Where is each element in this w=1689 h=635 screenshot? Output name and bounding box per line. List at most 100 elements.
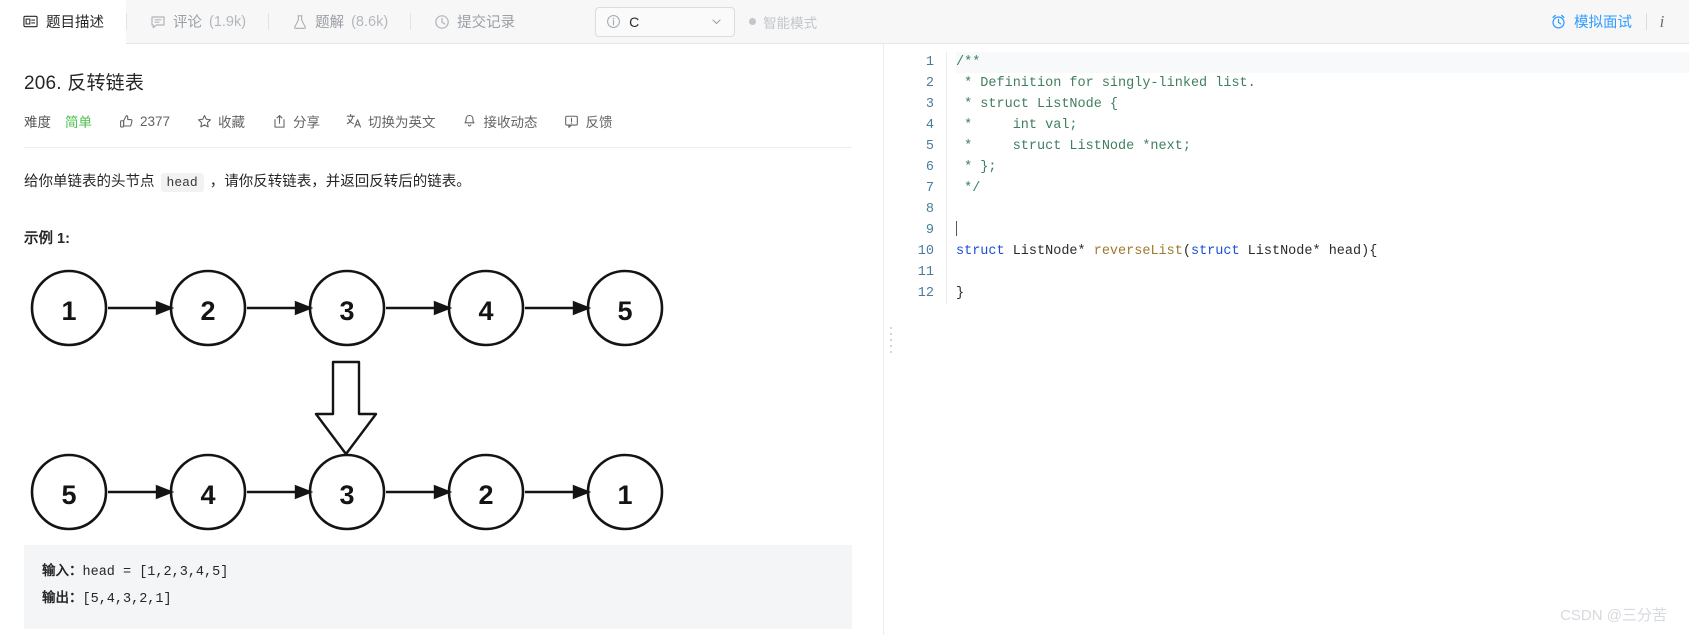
smart-mode-dot [749,18,756,25]
code-token: ListNode* [1005,244,1094,259]
tab-solutions[interactable]: 题解 (8.6k) [269,0,410,43]
example-input-label: 输入： [42,563,83,578]
watermark: CSDN @三分苦 [1560,604,1667,625]
page-body: 206. 反转链表 难度 简单 2377 [0,44,1689,635]
difficulty-badge: 难度 简单 [24,111,92,131]
code-line: * Definition for singly-linked list. [956,73,1689,94]
code-line: */ [956,178,1689,199]
flask-icon [291,13,308,30]
code-line [956,220,1689,241]
translate-button[interactable]: 切换为英文 [346,111,436,131]
line-number: 8 [898,199,934,220]
svg-text:1: 1 [617,480,632,510]
share-label: 分享 [293,111,320,131]
svg-text:2: 2 [200,296,215,326]
example-input-line: 输入：head = [1,2,3,4,5] [42,559,834,586]
code-token: ( [1183,244,1191,259]
document-icon [22,13,39,30]
leetcode-problem-page: 题目描述 评论 (1.9k) 题解 (8.6k) [0,0,1689,635]
line-number: 4 [898,115,934,136]
tab-submissions[interactable]: 提交记录 [411,0,537,43]
editor-toolbar: C 智能模式 [595,0,817,43]
subscribe-label: 接收动态 [484,111,538,131]
star-icon [196,113,212,129]
line-number: 9 [898,220,934,241]
code-token: /** [956,55,980,70]
code-token: } [956,286,964,301]
code-token: * }; [956,160,997,175]
code-token: */ [956,181,980,196]
feedback-button[interactable]: 反馈 [564,111,613,131]
info-button[interactable]: i [1647,12,1677,32]
smart-mode-label: 智能模式 [763,12,817,32]
line-number: 12 [898,283,934,304]
code-line: /** [956,52,1689,73]
code-line: * }; [956,157,1689,178]
line-number: 11 [898,262,934,283]
code-token: * struct ListNode *next; [956,139,1191,154]
smart-mode-toggle[interactable]: 智能模式 [749,12,817,32]
tab-comments[interactable]: 评论 (1.9k) [127,0,268,43]
language-selector[interactable]: C [595,7,735,37]
line-number-gutter: 1 2 3 4 5 6 7 8 9 10 11 12 [898,52,946,304]
down-arrow-outline-icon [316,362,376,454]
code-token: struct [1191,244,1240,259]
share-button[interactable]: 分享 [271,111,320,131]
code-line [956,199,1689,220]
code-editor-panel[interactable]: 1 2 3 4 5 6 7 8 9 10 11 12 /** * Definit… [884,44,1689,635]
panel-resize-handle[interactable] [884,44,898,635]
text-caret [956,221,957,236]
svg-text:4: 4 [200,480,215,510]
code-token: struct [956,244,1005,259]
svg-text:3: 3 [339,480,354,510]
page-title: 206. 反转链表 [24,68,855,95]
subscribe-button[interactable]: 接收动态 [462,111,538,131]
share-icon [271,113,287,129]
code-token: ListNode* head){ [1240,244,1378,259]
section-divider [24,147,852,148]
code-line: * int val; [956,115,1689,136]
difficulty-value: 简单 [65,111,92,131]
code-line: struct ListNode* reverseList(struct List… [956,241,1689,262]
svg-text:5: 5 [617,296,632,326]
feedback-icon [564,113,580,129]
tab-count: (8.6k) [351,14,388,30]
favorite-button[interactable]: 收藏 [196,111,245,131]
code-editor[interactable]: 1 2 3 4 5 6 7 8 9 10 11 12 /** * Definit… [898,44,1689,304]
code-text-area[interactable]: /** * Definition for singly-linked list.… [946,52,1689,304]
tab-label: 题解 [315,11,344,32]
drag-dots-icon [890,327,892,353]
tab-label: 题目描述 [46,11,104,32]
translate-icon [346,113,362,129]
mock-interview-label: 模拟面试 [1574,11,1632,32]
line-number: 10 [898,241,934,262]
linked-list-diagram: 1 2 3 4 5 [24,262,684,537]
code-token: * struct ListNode { [956,97,1118,112]
diagram-top-row: 1 2 3 4 5 [32,271,662,345]
example-output-line: 输出：[5,4,3,2,1] [42,586,834,613]
problem-description: 给你单链表的头节点 head ，请你反转链表，并返回反转后的链表。 [24,170,855,195]
favorite-label: 收藏 [218,111,245,131]
code-line [956,262,1689,283]
like-button[interactable]: 2377 [118,113,170,129]
example-io-block: 输入：head = [1,2,3,4,5] 输出：[5,4,3,2,1] [24,545,852,629]
alarm-clock-icon [1550,13,1567,30]
svg-text:4: 4 [478,296,493,326]
line-number: 6 [898,157,934,178]
difficulty-label: 难度 [24,111,51,131]
tab-description[interactable]: 题目描述 [0,0,126,43]
svg-text:2: 2 [478,480,493,510]
line-number: 1 [898,52,934,73]
code-token: * Definition for singly-linked list. [956,76,1256,91]
language-value: C [629,14,701,30]
code-token: * int val; [956,118,1078,133]
line-number: 7 [898,178,934,199]
code-line: } [956,283,1689,304]
mock-interview-button[interactable]: 模拟面试 [1550,11,1646,32]
example-output-label: 输出： [42,590,83,605]
svg-text:5: 5 [61,480,76,510]
chevron-down-icon[interactable] [708,13,725,30]
diagram-bottom-row: 5 4 3 2 1 [32,455,662,529]
clock-icon [433,13,450,30]
code-line: * struct ListNode *next; [956,136,1689,157]
